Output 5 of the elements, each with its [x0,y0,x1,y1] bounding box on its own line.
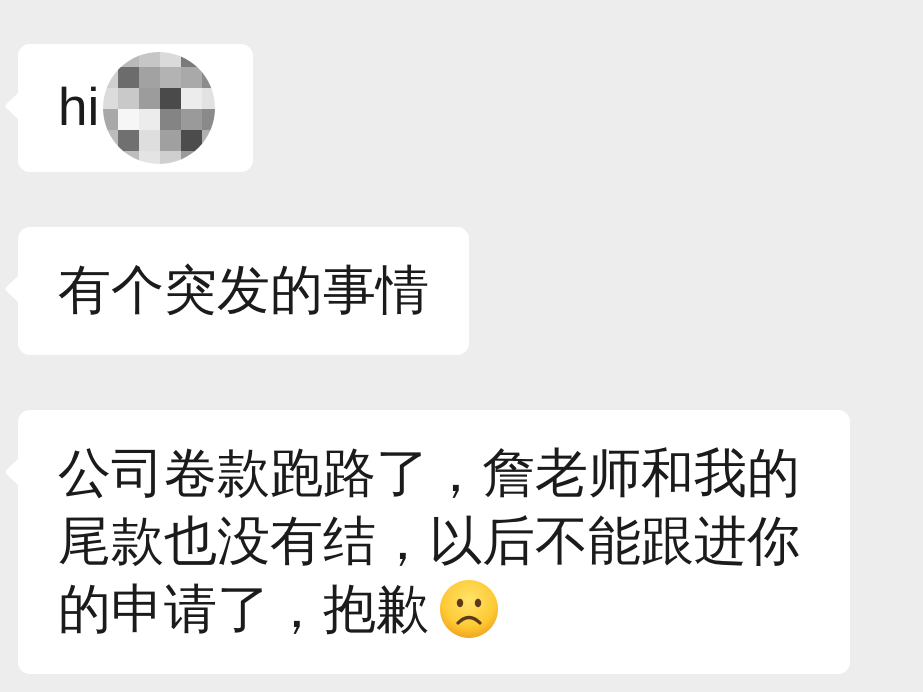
message-text: 有个突发的事情 [58,261,429,320]
message-text: hi [58,77,100,139]
message-text: 公司卷款跑路了，詹老师和我的尾款也没有结，以后不能跟进你的申请了，抱歉 [58,444,800,639]
pixel-mosaic-icon [103,52,216,164]
frowning-face-icon [439,579,499,639]
